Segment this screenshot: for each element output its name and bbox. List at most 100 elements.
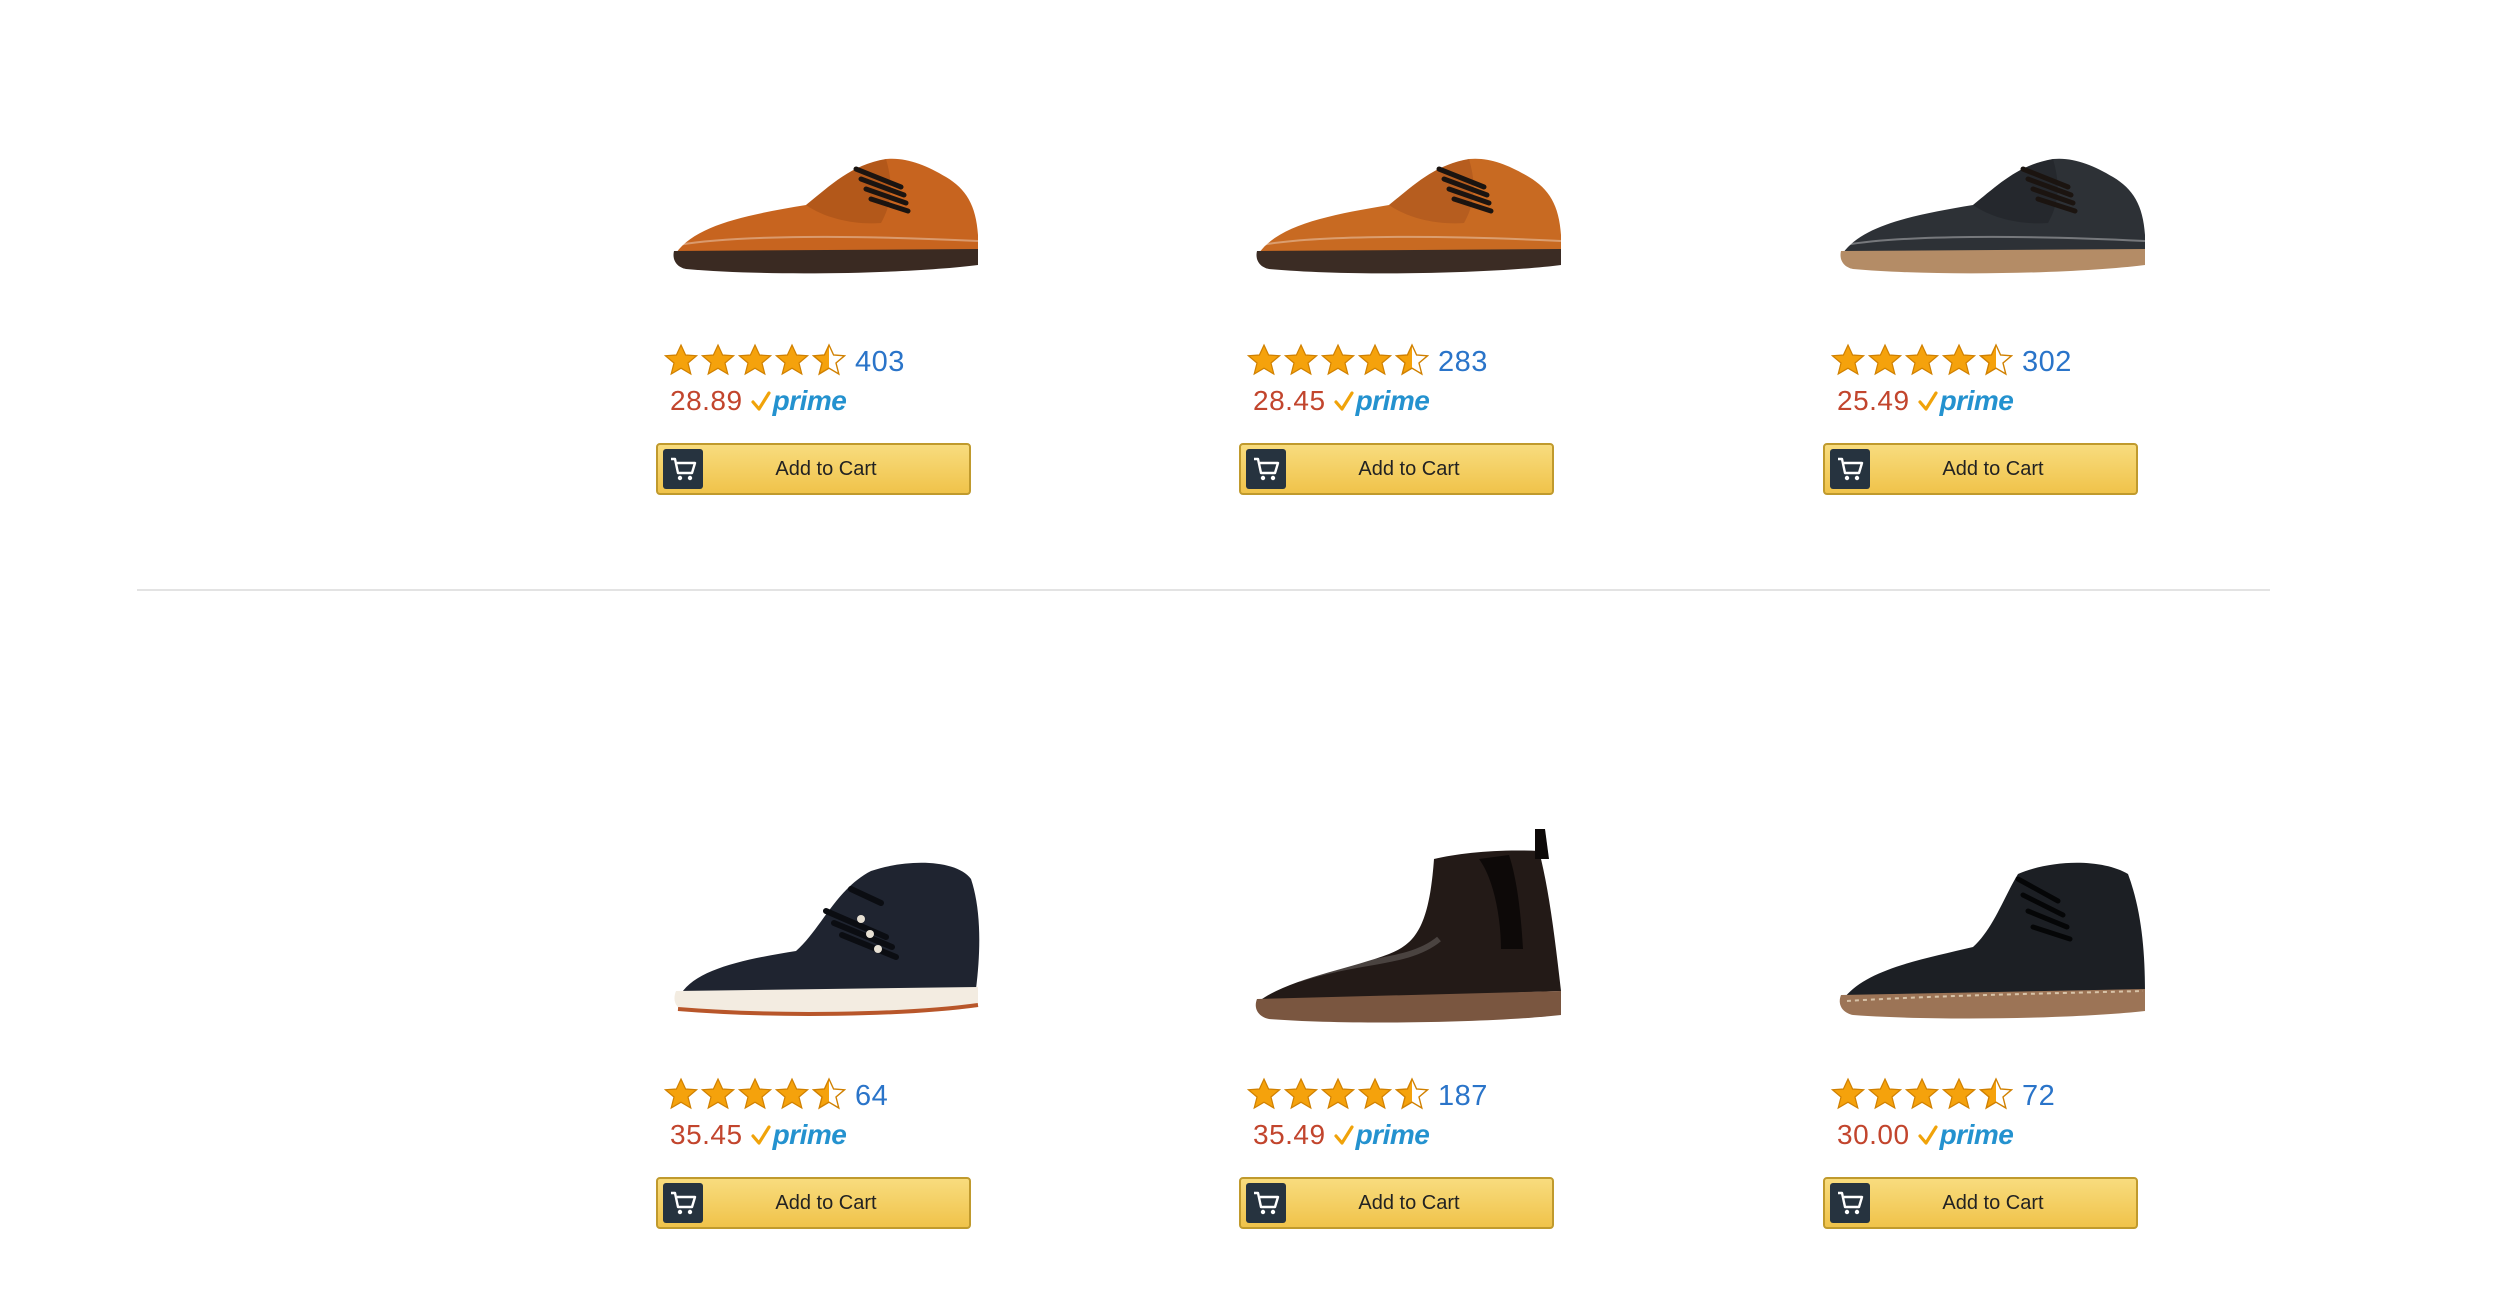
price-line: 30.00 prime: [1837, 1119, 2014, 1151]
review-count-link[interactable]: 302: [2022, 346, 2072, 379]
product-rating[interactable]: 283: [1246, 343, 1488, 382]
star-icon: [1830, 343, 1868, 382]
price-line: 28.89 prime: [670, 385, 847, 417]
prime-badge: prime: [1917, 1119, 2014, 1151]
check-icon: [1333, 1125, 1354, 1145]
cart-icon: [1246, 1183, 1286, 1223]
prime-badge: prime: [1333, 385, 1430, 417]
star-icon: [1941, 1077, 1979, 1116]
prime-badge: prime: [750, 1119, 847, 1151]
star-icon: [1867, 1077, 1905, 1116]
half-star-icon: [1394, 343, 1432, 382]
star-icon: [774, 1077, 812, 1116]
product-image[interactable]: [656, 85, 996, 305]
prime-label: prime: [1355, 1119, 1430, 1150]
prime-label: prime: [1939, 385, 2014, 416]
review-count-link[interactable]: 72: [2022, 1080, 2055, 1113]
star-icon: [1904, 1077, 1942, 1116]
cart-icon: [663, 449, 703, 489]
star-icon: [1246, 1077, 1284, 1116]
row-divider: [137, 589, 2270, 591]
review-count-link[interactable]: 403: [855, 346, 905, 379]
star-icon: [1283, 343, 1321, 382]
check-icon: [750, 391, 771, 411]
prime-label: prime: [772, 1119, 847, 1150]
star-rating[interactable]: [1830, 343, 2016, 382]
cart-icon: [663, 1183, 703, 1223]
add-to-cart-label: Add to Cart: [1942, 457, 2044, 480]
product-price: 25.49: [1837, 385, 1910, 416]
product-image[interactable]: [1239, 85, 1579, 305]
product-price: 35.49: [1253, 1119, 1326, 1150]
star-icon: [774, 343, 812, 382]
star-icon: [1357, 343, 1395, 382]
prime-badge: prime: [1333, 1119, 1430, 1151]
add-to-cart-button[interactable]: Add to Cart: [1823, 1177, 2138, 1229]
product-price: 28.45: [1253, 385, 1326, 416]
prime-label: prime: [772, 385, 847, 416]
product-rating[interactable]: 403: [663, 343, 905, 382]
add-to-cart-label: Add to Cart: [775, 1191, 877, 1214]
star-icon: [737, 343, 775, 382]
check-icon: [1333, 391, 1354, 411]
product-rating[interactable]: 72: [1830, 1077, 2055, 1116]
half-star-icon: [1978, 1077, 2016, 1116]
star-rating[interactable]: [663, 343, 849, 382]
half-star-icon: [1978, 343, 2016, 382]
star-icon: [1867, 343, 1905, 382]
product-price: 35.45: [670, 1119, 743, 1150]
product-image[interactable]: [1239, 819, 1579, 1039]
add-to-cart-button[interactable]: Add to Cart: [656, 1177, 971, 1229]
price-line: 35.45 prime: [670, 1119, 847, 1151]
product-price: 28.89: [670, 385, 743, 416]
product-rating[interactable]: 302: [1830, 343, 2072, 382]
star-icon: [700, 343, 738, 382]
star-rating[interactable]: [663, 1077, 849, 1116]
add-to-cart-label: Add to Cart: [1942, 1191, 2044, 1214]
star-icon: [737, 1077, 775, 1116]
prime-badge: prime: [750, 385, 847, 417]
product-rating[interactable]: 187: [1246, 1077, 1488, 1116]
review-count-link[interactable]: 283: [1438, 346, 1488, 379]
add-to-cart-label: Add to Cart: [775, 457, 877, 480]
add-to-cart-label: Add to Cart: [1358, 1191, 1460, 1214]
star-rating[interactable]: [1246, 1077, 1432, 1116]
prime-label: prime: [1355, 385, 1430, 416]
star-icon: [1320, 343, 1358, 382]
check-icon: [1917, 391, 1938, 411]
star-icon: [663, 1077, 701, 1116]
star-icon: [1357, 1077, 1395, 1116]
half-star-icon: [811, 1077, 849, 1116]
half-star-icon: [1394, 1077, 1432, 1116]
star-icon: [700, 1077, 738, 1116]
cart-icon: [1830, 1183, 1870, 1223]
product-image[interactable]: [656, 819, 996, 1039]
star-icon: [663, 343, 701, 382]
price-line: 35.49 prime: [1253, 1119, 1430, 1151]
add-to-cart-button[interactable]: Add to Cart: [1823, 443, 2138, 495]
star-icon: [1283, 1077, 1321, 1116]
star-rating[interactable]: [1830, 1077, 2016, 1116]
price-line: 25.49 prime: [1837, 385, 2014, 417]
add-to-cart-button[interactable]: Add to Cart: [1239, 443, 1554, 495]
product-price: 30.00: [1837, 1119, 1910, 1150]
check-icon: [750, 1125, 771, 1145]
add-to-cart-label: Add to Cart: [1358, 457, 1460, 480]
product-image[interactable]: [1823, 85, 2163, 305]
add-to-cart-button[interactable]: Add to Cart: [656, 443, 971, 495]
product-image[interactable]: [1823, 819, 2163, 1039]
product-rating[interactable]: 64: [663, 1077, 888, 1116]
half-star-icon: [811, 343, 849, 382]
star-icon: [1830, 1077, 1868, 1116]
review-count-link[interactable]: 187: [1438, 1080, 1488, 1113]
star-rating[interactable]: [1246, 343, 1432, 382]
prime-label: prime: [1939, 1119, 2014, 1150]
review-count-link[interactable]: 64: [855, 1080, 888, 1113]
cart-icon: [1830, 449, 1870, 489]
star-icon: [1904, 343, 1942, 382]
add-to-cart-button[interactable]: Add to Cart: [1239, 1177, 1554, 1229]
star-icon: [1320, 1077, 1358, 1116]
cart-icon: [1246, 449, 1286, 489]
prime-badge: prime: [1917, 385, 2014, 417]
star-icon: [1246, 343, 1284, 382]
